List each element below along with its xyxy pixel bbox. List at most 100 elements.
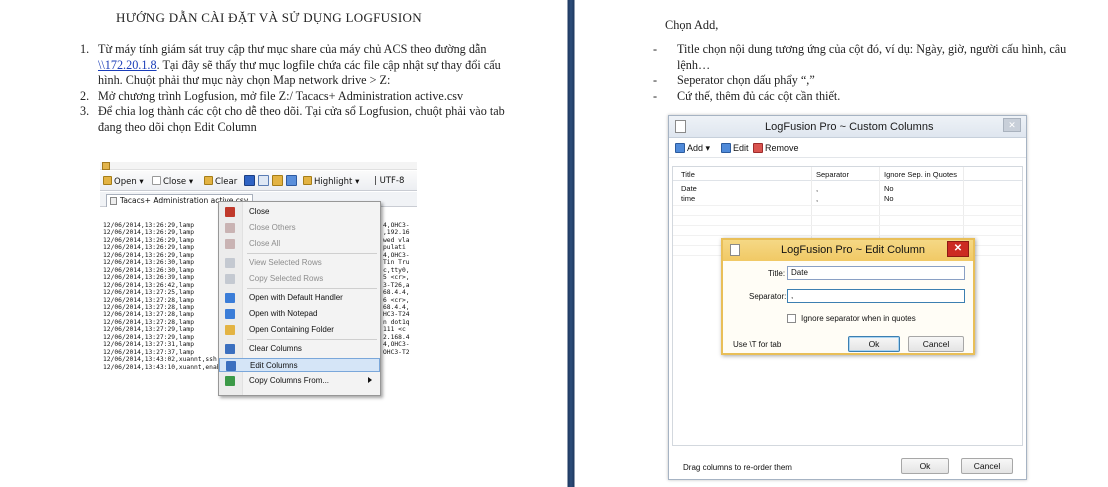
drag-hint: Drag columns to re-order them [683, 463, 792, 472]
close-label: Close [163, 177, 187, 187]
encoding-label: UTF-8 [379, 176, 405, 186]
log-line-tail: wed vla [383, 236, 410, 244]
edit-column-dialog: LogFusion Pro ~ Edit Column ✕ Title: Dat… [721, 238, 975, 355]
share-path-link[interactable]: \\172.20.1.8 [98, 58, 157, 72]
menu-item-label: Open with Default Handler [249, 293, 343, 302]
log-line-tail: 6 <cr>, [383, 296, 410, 304]
step-2: 2. Mở chương trình Logfusion, mở file Z:… [80, 89, 512, 105]
edit-label: Edit [733, 143, 749, 153]
header-separator[interactable]: Separator [816, 170, 849, 179]
log-line-tail: n dot1q [383, 318, 410, 326]
add-label: Add [687, 143, 704, 153]
close-button[interactable]: Close ▾ [152, 176, 193, 187]
filter-icon [244, 175, 255, 186]
log-line-tail: pulati [383, 244, 406, 252]
menu-item-label: Edit Columns [250, 361, 298, 370]
menu-item-label: Open with Notepad [249, 309, 318, 318]
add-button[interactable]: Add ▾ [675, 143, 710, 154]
cancel-button[interactable]: Cancel [908, 336, 964, 352]
separator-label: Separator: [749, 292, 787, 301]
menu-item-label: View Selected Rows [249, 258, 322, 267]
step-text-cont: . Tại đây sẽ thấy thư mục logfile chứa c… [98, 57, 501, 88]
bookmark-button[interactable] [272, 175, 285, 188]
log-line-tail: OHC3-T2 [383, 348, 410, 356]
step-text: Từ máy tính giám sát truy cập thư mục sh… [98, 42, 487, 56]
open-with-notepad-icon [225, 309, 235, 319]
edit-columns-button[interactable] [286, 175, 299, 188]
menu-item-close[interactable]: Close [219, 205, 380, 219]
log-line-tail: 3-T26,a [383, 281, 410, 289]
header-ignore-quotes[interactable]: Ignore Sep. in Quotes [884, 170, 957, 179]
row-separator: , [816, 194, 819, 203]
log-line-tail: 4,OHC3- [383, 341, 410, 349]
edit-button[interactable]: Edit [721, 143, 749, 153]
menu-item-close-others[interactable]: Close Others [219, 221, 380, 235]
dialog-title: LogFusion Pro ~ Edit Column [781, 244, 925, 256]
menu-item-clear-columns[interactable]: Clear Columns [219, 342, 380, 356]
log-line-tail: 111 <c [383, 326, 406, 334]
remove-label: Remove [765, 143, 799, 153]
window-close-button[interactable]: ✕ [1003, 118, 1021, 132]
highlight-button[interactable]: Highlight ▾ [303, 176, 359, 187]
menu-item-copy-columns-from[interactable]: Copy Columns From... [219, 374, 380, 388]
remove-button[interactable]: Remove [753, 143, 799, 153]
dialog-body: Title: Date Separator: , Ignore separato… [723, 261, 973, 353]
log-line-tail: 4,OHC3- [383, 222, 410, 229]
menu-item-edit-columns[interactable]: Edit Columns [219, 358, 380, 372]
log-line-tail: c,tty0, [383, 266, 410, 274]
app-icon [730, 244, 740, 256]
bullet-dash: - [653, 42, 658, 56]
menu-item-label: Copy Columns From... [249, 376, 330, 385]
row-title: time [681, 194, 696, 203]
menu-item-view-selected-rows[interactable]: View Selected Rows [219, 256, 380, 270]
menu-separator [247, 288, 377, 289]
view-button[interactable] [258, 175, 271, 188]
step-1: 1. Từ máy tính giám sát truy cập thư mục… [80, 42, 512, 89]
log-line-tail: ,192.16 [383, 229, 410, 237]
ok-button[interactable]: Ok [848, 336, 900, 352]
edit-icon [721, 143, 731, 153]
log-line-tail: 68.4.4, [383, 303, 410, 311]
title-input[interactable]: Date [787, 266, 965, 280]
edit-columns-icon [226, 361, 236, 371]
folder-open-icon [103, 176, 112, 185]
row-line [673, 205, 1022, 206]
grid-header: Title Separator Ignore Sep. in Quotes [673, 167, 1022, 181]
steps-list: 1. Từ máy tính giám sát truy cập thư mục… [80, 42, 512, 135]
add-icon [675, 143, 685, 153]
separator-input[interactable]: , [787, 289, 965, 303]
filter-button[interactable] [244, 175, 257, 188]
close-icon [225, 207, 235, 217]
app-icon [102, 162, 110, 170]
step-number: 1. [80, 42, 90, 56]
highlight-label: Highlight [314, 177, 353, 187]
table-row[interactable]: time , No [673, 194, 1022, 204]
ignore-quotes-label: Ignore separator when in quotes [801, 314, 916, 323]
dialog-close-button[interactable]: ✕ [947, 241, 969, 257]
ok-button[interactable]: Ok [901, 458, 949, 474]
clear-button[interactable]: Clear [204, 176, 237, 187]
menu-item-open-containing-folder[interactable]: Open Containing Folder [219, 323, 380, 337]
cancel-button[interactable]: Cancel [961, 458, 1013, 474]
table-row[interactable]: Date , No [673, 184, 1022, 194]
left-page: HƯỚNG DẪN CÀI ĐẶT VÀ SỬ DỤNG LOGFUSION 1… [0, 0, 566, 487]
bullet-text: Cứ thế, thêm đủ các cột cần thiết. [677, 88, 841, 103]
menu-item-open-with-default-handler[interactable]: Open with Default Handler [219, 291, 380, 305]
log-line-tail: Tin Tru [383, 259, 410, 267]
ignore-quotes-checkbox[interactable] [787, 314, 796, 323]
menu-item-close-all[interactable]: Close All [219, 237, 380, 251]
menu-item-copy-selected-rows[interactable]: Copy Selected Rows [219, 272, 380, 286]
copy-columns-from-icon [225, 376, 235, 386]
encoding-select[interactable]: | UTF-8 [374, 176, 404, 186]
open-with-default-handler-icon [225, 293, 235, 303]
menu-item-label: Close [249, 207, 270, 216]
menu-item-label: Close All [249, 239, 281, 248]
window-titlebar: LogFusion Pro ~ Custom Columns ✕ [669, 116, 1026, 138]
dialog-titlebar: LogFusion Pro ~ Edit Column ✕ [723, 240, 973, 261]
close-file-icon [152, 176, 161, 185]
app-icon [675, 120, 686, 133]
open-button[interactable]: Open ▾ [103, 176, 144, 187]
highlight-icon [303, 176, 312, 185]
header-title[interactable]: Title [681, 170, 695, 179]
menu-item-open-with-notepad[interactable]: Open with Notepad [219, 307, 380, 321]
